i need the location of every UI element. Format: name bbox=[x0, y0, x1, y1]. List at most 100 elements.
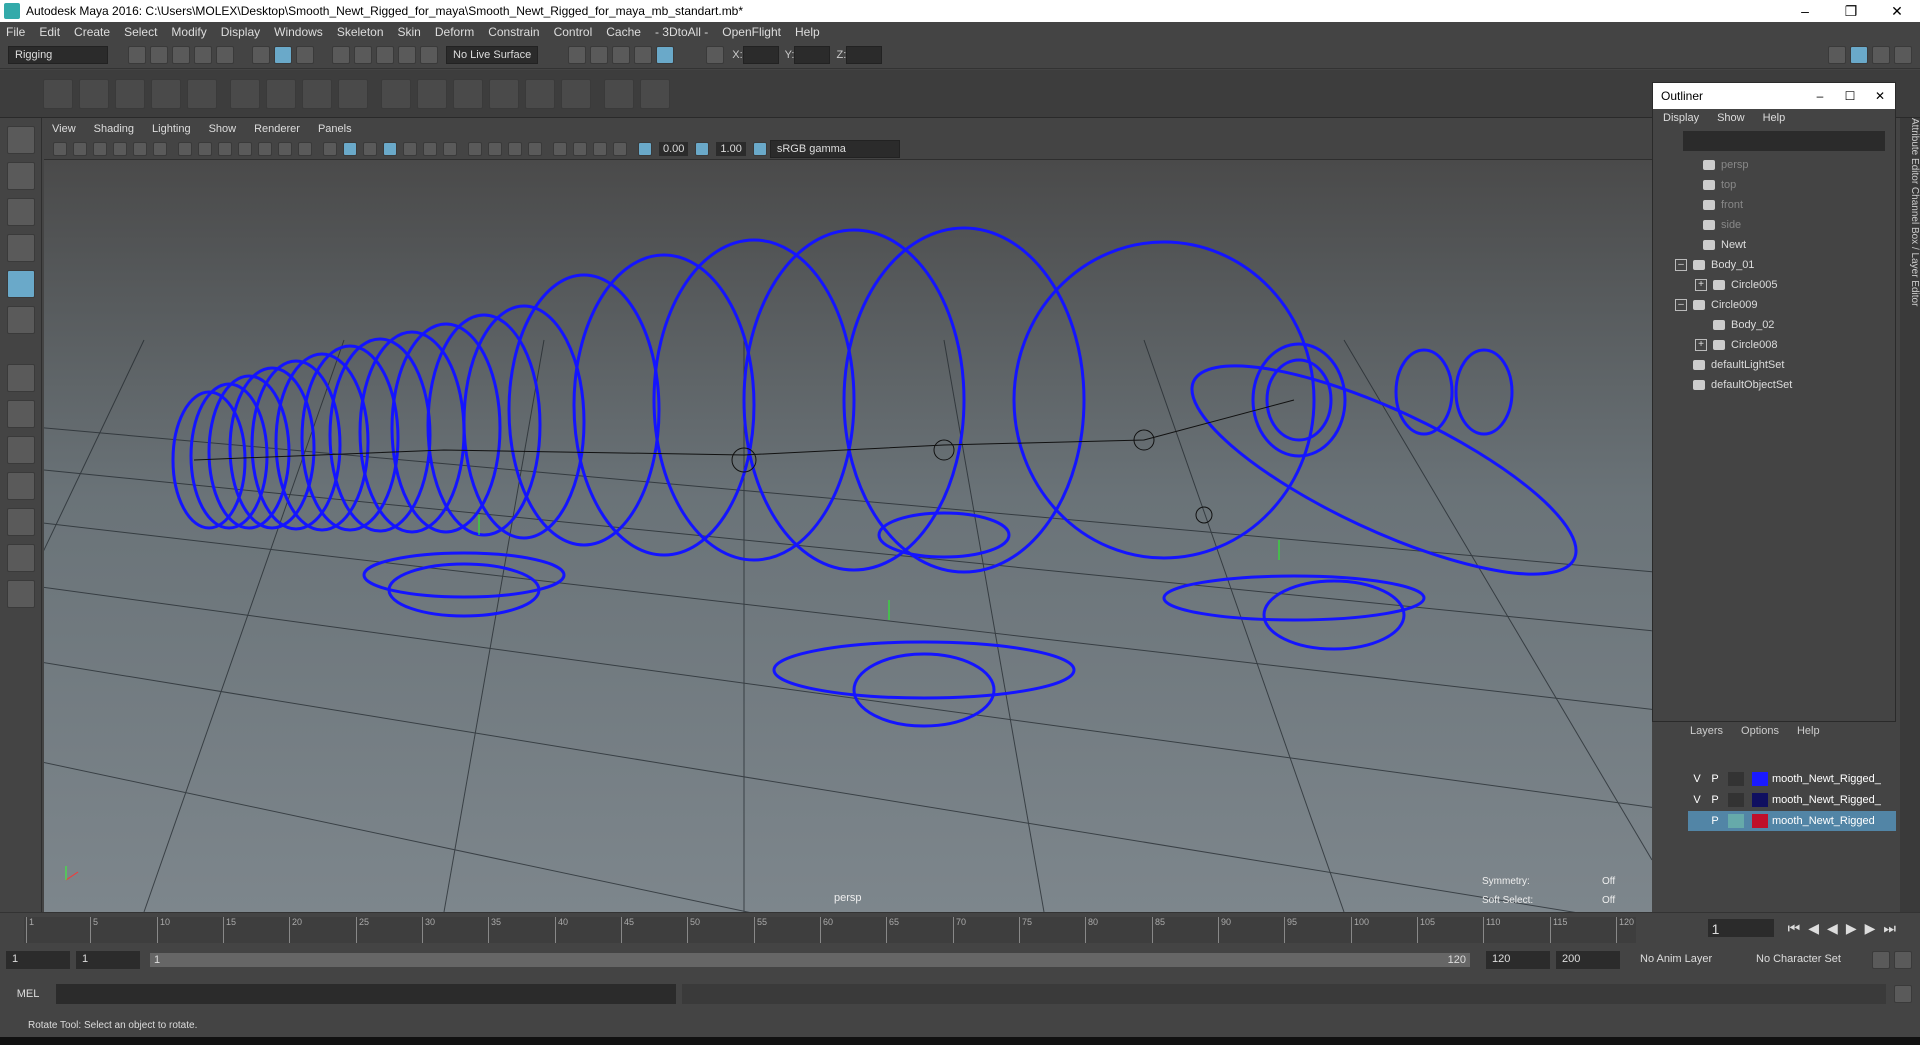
xray-icon[interactable] bbox=[573, 141, 587, 156]
menu-skeleton[interactable]: Skeleton bbox=[337, 25, 384, 39]
outliner-minimize-button[interactable]: – bbox=[1805, 89, 1835, 103]
playback-end-field[interactable]: 120 bbox=[1486, 951, 1550, 969]
transform-mode-icon[interactable] bbox=[706, 46, 725, 64]
color-management-icon[interactable] bbox=[752, 141, 767, 156]
expand-icon[interactable]: + bbox=[1695, 339, 1707, 351]
tool-settings-icon[interactable] bbox=[1872, 46, 1890, 64]
layer-row[interactable]: V P mooth_Newt_Rigged_ bbox=[1688, 790, 1896, 810]
x-field[interactable] bbox=[742, 46, 779, 64]
menu-file[interactable]: File bbox=[6, 25, 25, 39]
perspective-viewport[interactable]: persp Symmetry: Off Soft Select: Off bbox=[44, 160, 1652, 912]
textured-icon[interactable] bbox=[403, 141, 417, 156]
attribute-editor-toggle-icon[interactable] bbox=[1850, 46, 1868, 64]
field-chart-icon[interactable] bbox=[258, 141, 272, 156]
select-object-icon[interactable] bbox=[274, 46, 292, 64]
use-all-lights-icon[interactable] bbox=[423, 141, 437, 156]
layer-menu-layers[interactable]: Layers bbox=[1690, 725, 1723, 737]
isolate-select-icon[interactable] bbox=[553, 141, 567, 156]
layer-color-swatch[interactable] bbox=[1752, 772, 1768, 786]
outliner-item[interactable]: persp bbox=[1653, 155, 1895, 175]
character-set-dropdown[interactable]: No Character Set bbox=[1750, 951, 1870, 969]
render-view-icon[interactable] bbox=[656, 46, 675, 64]
select-camera-icon[interactable] bbox=[53, 141, 67, 156]
expand-icon[interactable]: + bbox=[1695, 279, 1707, 291]
menu-set-dropdown[interactable]: Rigging bbox=[8, 46, 108, 64]
depth-of-field-icon[interactable] bbox=[528, 141, 542, 156]
menu-edit[interactable]: Edit bbox=[39, 25, 60, 39]
2d-pan-zoom-icon[interactable] bbox=[133, 141, 147, 156]
layer-visibility-toggle[interactable]: V bbox=[1688, 773, 1706, 785]
hypershade-icon[interactable] bbox=[634, 46, 653, 64]
more-layouts-icon[interactable] bbox=[6, 580, 35, 608]
mel-label[interactable]: MEL bbox=[0, 988, 56, 1000]
channel-box-toggle-icon[interactable] bbox=[1894, 46, 1912, 64]
outliner-titlebar[interactable]: Outliner – ☐ ✕ bbox=[1653, 83, 1895, 109]
mirror-joint-icon[interactable] bbox=[151, 78, 181, 109]
motion-blur-icon[interactable] bbox=[488, 141, 502, 156]
aim-constraint-icon[interactable] bbox=[525, 78, 555, 109]
snap-curve-icon[interactable] bbox=[354, 46, 372, 64]
snap-view-icon[interactable] bbox=[398, 46, 416, 64]
preferences-icon[interactable] bbox=[1894, 951, 1912, 969]
orient-joint-icon[interactable] bbox=[187, 78, 217, 109]
time-ruler[interactable]: 1 5 10 15 20 25 30 35 40 45 50 55 60 65 70 75 80 85 90 95 1… bbox=[24, 917, 1636, 943]
collapse-icon[interactable]: – bbox=[1675, 299, 1687, 311]
grease-pencil-icon[interactable] bbox=[153, 141, 167, 156]
exposure-icon[interactable] bbox=[638, 141, 652, 156]
xray-joints-icon[interactable] bbox=[593, 141, 607, 156]
snap-point-icon[interactable] bbox=[376, 46, 394, 64]
snap-live-icon[interactable] bbox=[420, 46, 438, 64]
cluster-icon[interactable] bbox=[338, 78, 368, 109]
outliner-item[interactable]: defaultObjectSet bbox=[1653, 375, 1895, 395]
vp-menu-show[interactable]: Show bbox=[209, 123, 237, 135]
save-scene-icon[interactable] bbox=[172, 46, 190, 64]
scale-constraint-icon[interactable] bbox=[489, 78, 519, 109]
safe-title-icon[interactable] bbox=[298, 141, 312, 156]
persp-graph-layout-icon[interactable] bbox=[6, 472, 35, 500]
layer-color-swatch[interactable] bbox=[1752, 793, 1768, 807]
lattice-icon[interactable] bbox=[302, 78, 332, 109]
render-frame-icon[interactable] bbox=[568, 46, 587, 64]
undo-icon[interactable] bbox=[194, 46, 212, 64]
outliner-layout-icon[interactable] bbox=[6, 544, 35, 572]
layer-menu-help[interactable]: Help bbox=[1797, 725, 1820, 737]
outliner-item[interactable]: – Circle009 bbox=[1653, 295, 1895, 315]
smooth-shade-icon[interactable] bbox=[343, 141, 357, 156]
menu-cache[interactable]: Cache bbox=[606, 25, 641, 39]
lasso-tool-icon[interactable] bbox=[6, 162, 35, 190]
side-tabs[interactable]: Attribute Editor Channel Box / Layer Edi… bbox=[1900, 118, 1920, 918]
layer-playback-toggle[interactable]: P bbox=[1706, 773, 1724, 785]
vp-menu-shading[interactable]: Shading bbox=[94, 123, 134, 135]
layer-row[interactable]: V P mooth_Newt_Rigged_ bbox=[1688, 769, 1896, 789]
default-material-icon[interactable] bbox=[363, 141, 377, 156]
move-tool-icon[interactable] bbox=[6, 234, 35, 262]
new-scene-icon[interactable] bbox=[128, 46, 146, 64]
menu-constrain[interactable]: Constrain bbox=[488, 25, 539, 39]
menu-modify[interactable]: Modify bbox=[171, 25, 206, 39]
outliner-item[interactable]: side bbox=[1653, 215, 1895, 235]
outliner-item[interactable]: – Body_01 bbox=[1653, 255, 1895, 275]
script-editor-icon[interactable] bbox=[1894, 985, 1912, 1003]
mel-input[interactable] bbox=[56, 984, 676, 1004]
safe-action-icon[interactable] bbox=[278, 141, 292, 156]
select-component-icon[interactable] bbox=[296, 46, 314, 64]
ik-handle-icon[interactable] bbox=[79, 78, 109, 109]
image-plane-icon[interactable] bbox=[113, 141, 127, 156]
current-frame-field[interactable]: 1 bbox=[1707, 919, 1774, 937]
gamma-icon[interactable] bbox=[695, 141, 710, 156]
vp-menu-panels[interactable]: Panels bbox=[318, 123, 352, 135]
step-back-icon[interactable]: ◀ bbox=[1808, 920, 1819, 937]
bind-skin-icon[interactable] bbox=[230, 78, 260, 109]
view-transform-dropdown[interactable]: sRGB gamma bbox=[769, 139, 900, 158]
layer-type-toggle[interactable] bbox=[1728, 814, 1744, 828]
rotate-tool-icon[interactable] bbox=[6, 270, 35, 298]
bookmark-icon[interactable] bbox=[93, 141, 107, 156]
joint-tool-icon[interactable] bbox=[43, 78, 73, 109]
menu-help[interactable]: Help bbox=[795, 25, 820, 39]
collapse-icon[interactable]: – bbox=[1675, 259, 1687, 271]
point-constraint-icon[interactable] bbox=[417, 78, 447, 109]
menu-openflight[interactable]: OpenFlight bbox=[722, 25, 781, 39]
outliner-search-field[interactable] bbox=[1683, 131, 1885, 151]
restore-button[interactable]: ❐ bbox=[1828, 3, 1874, 20]
scale-tool-icon[interactable] bbox=[6, 306, 35, 334]
